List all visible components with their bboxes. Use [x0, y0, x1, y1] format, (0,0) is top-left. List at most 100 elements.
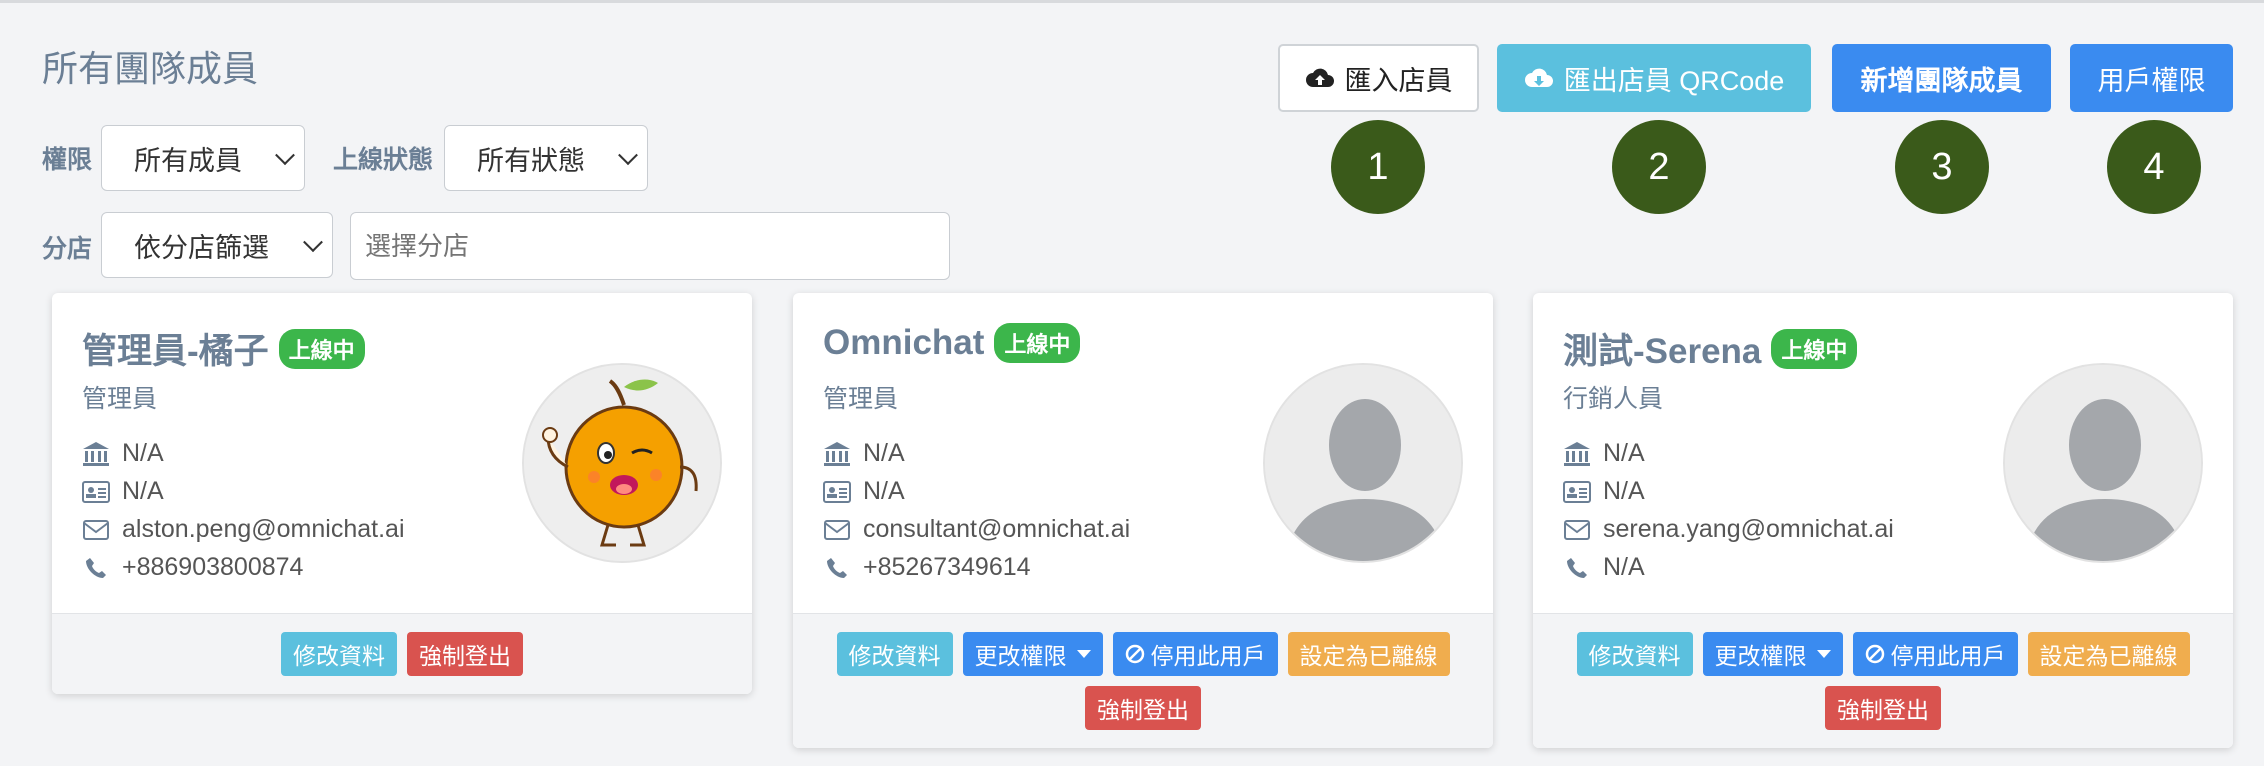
chevron-down-icon [275, 145, 295, 166]
phone-row: N/A [1563, 553, 1645, 582]
top-border [0, 0, 2264, 3]
force-logout-button[interactable]: 強制登出 [407, 632, 523, 676]
branch-row: N/A [1563, 439, 1645, 468]
avatar [1263, 363, 1463, 563]
card-actions: 修改資料 強制登出 [52, 613, 752, 694]
branch-value: N/A [863, 439, 905, 467]
id-row: N/A [82, 477, 164, 506]
id-row: N/A [823, 477, 905, 506]
marker-4: 4 [2107, 120, 2201, 214]
status-select-value: 所有狀態 [477, 145, 585, 176]
phone-icon [82, 554, 110, 582]
change-permission-button[interactable]: 更改權限 [1702, 632, 1843, 676]
id-row: N/A [1563, 477, 1645, 506]
disable-user-button[interactable]: 停用此用戶 [1852, 632, 2018, 676]
member-role: 管理員 [82, 385, 158, 413]
status-badge: 上線中 [278, 328, 365, 369]
bank-icon [82, 440, 110, 468]
branch-value: N/A [1603, 439, 1645, 467]
status-badge: 上線中 [1771, 328, 1858, 369]
import-staff-label: 匯入店員 [1344, 65, 1453, 96]
change-permission-label: 更改權限 [1714, 643, 1807, 669]
status-badge: 上線中 [994, 323, 1081, 363]
avatar [522, 363, 722, 563]
email-row: serena.yang@omnichat.ai [1563, 515, 1894, 544]
envelope-icon [823, 516, 851, 544]
force-logout-button[interactable]: 強制登出 [1085, 686, 1201, 730]
chevron-down-icon [303, 232, 323, 253]
disable-user-button[interactable]: 停用此用戶 [1112, 632, 1278, 676]
ban-icon [1125, 644, 1144, 664]
phone-icon [823, 554, 851, 582]
email-value: consultant@omnichat.ai [863, 515, 1131, 543]
caret-down-icon [1076, 650, 1091, 658]
phone-icon [1563, 554, 1591, 582]
marker-2: 2 [1612, 120, 1706, 214]
member-card: 管理員-橘子 上線中 管理員 N/A N/A alston.peng@omnic… [52, 293, 752, 694]
phone-value: +85267349614 [863, 553, 1031, 581]
card-actions: 修改資料 更改權限 停用此用戶 設定為已離線 強制登出 [1533, 613, 2233, 748]
bank-icon [823, 440, 851, 468]
phone-row: +886903800874 [82, 553, 303, 582]
member-name: Omnichat [823, 323, 985, 362]
branch-row: N/A [823, 439, 905, 468]
edit-profile-button[interactable]: 修改資料 [281, 632, 397, 676]
status-select[interactable]: 所有狀態 [444, 125, 648, 191]
chevron-down-icon [618, 145, 638, 166]
change-permission-label: 更改權限 [974, 643, 1067, 669]
id-card-icon [82, 478, 110, 506]
orange-mascot-avatar [524, 365, 720, 561]
member-name-row: 管理員-橘子 上線中 [82, 323, 365, 374]
bank-icon [1563, 440, 1591, 468]
change-permission-button[interactable]: 更改權限 [962, 632, 1103, 676]
envelope-icon [82, 516, 110, 544]
branch-input[interactable] [350, 212, 950, 280]
member-name: 測試-Serena [1563, 332, 1762, 371]
id-value: N/A [1603, 477, 1645, 505]
id-value: N/A [863, 477, 905, 505]
set-offline-button[interactable]: 設定為已離線 [2027, 632, 2190, 676]
add-member-button[interactable]: 新增團隊成員 [1832, 44, 2051, 112]
cloud-upload-icon [1305, 68, 1334, 87]
marker-3: 3 [1895, 120, 1989, 214]
branch-row: N/A [82, 439, 164, 468]
export-qrcode-button[interactable]: 匯出店員 QRCode [1497, 44, 1811, 112]
disable-user-label: 停用此用戶 [1890, 643, 2006, 669]
export-qrcode-label: 匯出店員 QRCode [1563, 65, 1785, 96]
branch-filter-label: 分店 [42, 235, 93, 263]
permission-select[interactable]: 所有成員 [101, 125, 305, 191]
phone-row: +85267349614 [823, 553, 1031, 582]
email-row: consultant@omnichat.ai [823, 515, 1130, 544]
member-role: 行銷人員 [1563, 385, 1664, 413]
email-value: serena.yang@omnichat.ai [1603, 515, 1894, 543]
status-filter-label: 上線狀態 [333, 146, 434, 174]
envelope-icon [1563, 516, 1591, 544]
member-name-row: 測試-Serena 上線中 [1563, 323, 1858, 374]
force-logout-button[interactable]: 強制登出 [1825, 686, 1941, 730]
user-permissions-button[interactable]: 用戶權限 [2070, 44, 2233, 112]
id-card-icon [1563, 478, 1591, 506]
set-offline-button[interactable]: 設定為已離線 [1287, 632, 1450, 676]
card-actions: 修改資料 更改權限 停用此用戶 設定為已離線 強制登出 [793, 613, 1493, 748]
member-name-row: Omnichat 上線中 [823, 323, 1081, 363]
marker-1: 1 [1331, 120, 1425, 214]
default-user-avatar [1265, 365, 1461, 561]
branch-filter-value: 依分店篩選 [134, 232, 269, 263]
permission-select-value: 所有成員 [134, 145, 242, 176]
disable-user-label: 停用此用戶 [1150, 643, 1266, 669]
branch-filter-select[interactable]: 依分店篩選 [101, 212, 333, 278]
branch-value: N/A [122, 439, 164, 467]
id-card-icon [823, 478, 851, 506]
member-card: Omnichat 上線中 管理員 N/A N/A consultant@omni… [793, 293, 1493, 748]
id-value: N/A [122, 477, 164, 505]
email-row: alston.peng@omnichat.ai [82, 515, 405, 544]
default-user-avatar [2005, 365, 2201, 561]
member-card: 測試-Serena 上線中 行銷人員 N/A N/A serena.yang@o… [1533, 293, 2233, 748]
member-name: 管理員-橘子 [82, 332, 269, 371]
avatar [2003, 363, 2203, 563]
edit-profile-button[interactable]: 修改資料 [836, 632, 953, 676]
import-staff-button[interactable]: 匯入店員 [1278, 44, 1479, 112]
edit-profile-button[interactable]: 修改資料 [1576, 632, 1693, 676]
email-value: alston.peng@omnichat.ai [122, 515, 405, 543]
cloud-download-icon [1524, 68, 1553, 87]
